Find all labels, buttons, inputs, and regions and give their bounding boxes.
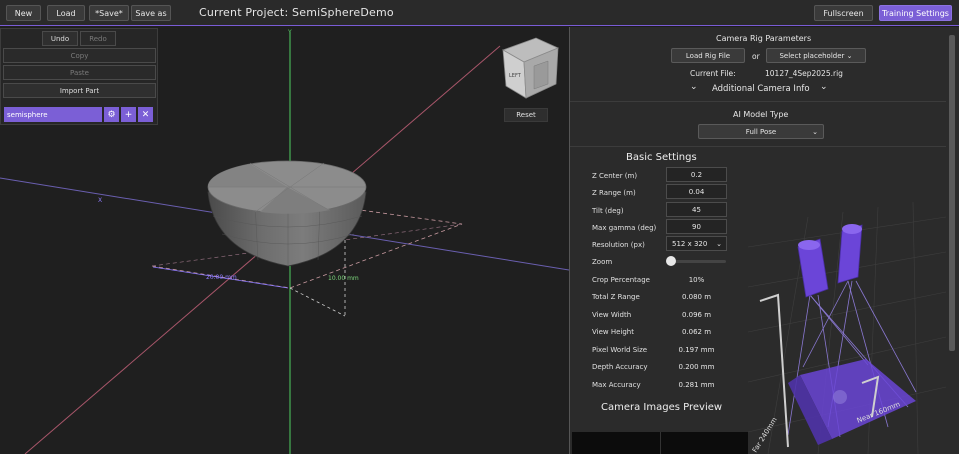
- fullscreen-button[interactable]: Fullscreen: [814, 5, 873, 21]
- target-marker: [833, 390, 847, 404]
- camera-right-icon: [837, 224, 863, 284]
- gear-icon[interactable]: ⚙: [104, 107, 119, 122]
- copy-button[interactable]: Copy: [3, 48, 156, 63]
- placeholder-select[interactable]: Select placeholder ⌄: [766, 48, 866, 63]
- or-label: or: [752, 52, 760, 61]
- width-dimension-label: 20.00 mm: [206, 274, 237, 281]
- view-cube[interactable]: LEFT: [502, 37, 560, 99]
- load-button[interactable]: Load: [47, 5, 85, 21]
- additional-camera-info-label: Additional Camera Info: [712, 84, 810, 94]
- camera-images-preview: [572, 432, 748, 454]
- setting-label: Crop Percentage: [592, 276, 650, 284]
- setting-value: 0.080 m: [681, 293, 712, 301]
- resolution-select[interactable]: 512 x 320 ⌄: [666, 236, 727, 251]
- section-divider: [570, 101, 946, 102]
- setting-label: Resolution (px): [592, 241, 645, 249]
- save-button[interactable]: *Save*: [89, 5, 129, 21]
- tool-panel: Undo Redo Copy Paste Import Part semisph…: [0, 28, 158, 125]
- import-part-button[interactable]: Import Part: [3, 83, 156, 98]
- current-file-label: Current File:: [690, 69, 736, 78]
- app-window: New Load *Save* Save as Current Project:…: [0, 0, 959, 454]
- settings-panel: Camera Rig Parameters Load Rig File or S…: [569, 27, 959, 454]
- paste-button[interactable]: Paste: [3, 65, 156, 80]
- setting-value: 0.281 mm: [678, 381, 715, 389]
- setting-value: 0.197 mm: [678, 346, 715, 354]
- resolution-select-value: 512 x 320: [672, 239, 708, 248]
- x-axis-label: X: [98, 197, 102, 204]
- y-axis-label: Y: [287, 29, 292, 36]
- setting-label: Depth Accuracy: [592, 363, 648, 371]
- zoom-slider-handle[interactable]: [666, 256, 676, 266]
- setting-label: Z Range (m): [592, 189, 636, 197]
- depth-dimension-label: 10.00 mm: [328, 275, 359, 282]
- setting-label: View Width: [592, 311, 632, 319]
- section-divider: [570, 146, 946, 147]
- close-icon[interactable]: ✕: [138, 107, 153, 122]
- camera-rig-title: Camera Rig Parameters: [716, 34, 812, 43]
- setting-value: 0.062 m: [681, 328, 712, 336]
- camera-left-icon: [797, 238, 829, 298]
- ai-model-type-title: AI Model Type: [733, 110, 789, 119]
- setting-label: View Height: [592, 328, 634, 336]
- far-distance-label: Far 240mm: [751, 416, 779, 454]
- tilt-input[interactable]: 45: [666, 202, 727, 217]
- project-title: Current Project: SemiSphereDemo: [199, 6, 394, 19]
- placeholder-select-value: Select placeholder: [779, 51, 845, 60]
- training-settings-button[interactable]: Training Settings: [879, 5, 952, 21]
- camera-rig-illustration: Near 160mm Far 240mm: [748, 201, 946, 454]
- setting-label: Tilt (deg): [592, 207, 624, 215]
- undo-button[interactable]: Undo: [42, 31, 78, 46]
- setting-value: 0.200 mm: [678, 363, 715, 371]
- chevron-down-icon: ⌄: [812, 127, 818, 136]
- setting-label: Max gamma (deg): [592, 224, 657, 232]
- setting-label: Total Z Range: [592, 293, 640, 301]
- depth-dimension-line: [289, 287, 346, 317]
- load-rig-file-button[interactable]: Load Rig File: [671, 48, 745, 63]
- top-toolbar: New Load *Save* Save as Current Project:…: [0, 0, 959, 26]
- plus-icon[interactable]: +: [121, 107, 136, 122]
- basic-settings-title: Basic Settings: [626, 152, 697, 163]
- chevron-down-icon: ⌄: [690, 82, 698, 92]
- setting-value: 0.096 m: [681, 311, 712, 319]
- view-cube-face-label: LEFT: [509, 73, 522, 79]
- zoom-label: Zoom: [592, 258, 613, 266]
- setting-value: 10%: [688, 276, 705, 284]
- new-button[interactable]: New: [6, 5, 41, 21]
- z-center-input[interactable]: 0.2: [666, 167, 727, 182]
- ai-model-select-value: Full Pose: [745, 127, 777, 136]
- ai-model-select[interactable]: Full Pose ⌄: [698, 124, 824, 139]
- camera-images-preview-title: Camera Images Preview: [601, 402, 723, 413]
- setting-label: Max Accuracy: [592, 381, 641, 389]
- setting-label: Pixel World Size: [592, 346, 648, 354]
- save-as-button[interactable]: Save as: [131, 5, 171, 21]
- zoom-slider-track[interactable]: [668, 260, 726, 263]
- panel-scrollbar-thumb[interactable]: [949, 35, 955, 351]
- z-range-input[interactable]: 0.04: [666, 184, 727, 199]
- chevron-down-icon: ⌄: [820, 82, 828, 92]
- current-file-value: 10127_4Sep2025.rig: [765, 69, 843, 78]
- setting-label: Z Center (m): [592, 172, 638, 180]
- max-gamma-input[interactable]: 90: [666, 219, 727, 234]
- selected-part-field[interactable]: semisphere: [4, 107, 102, 122]
- preview-divider: [660, 432, 661, 454]
- reset-view-button[interactable]: Reset: [504, 108, 548, 122]
- chevron-down-icon: ⌄: [846, 51, 853, 60]
- redo-button[interactable]: Redo: [80, 31, 116, 46]
- chevron-down-icon: ⌄: [716, 239, 722, 248]
